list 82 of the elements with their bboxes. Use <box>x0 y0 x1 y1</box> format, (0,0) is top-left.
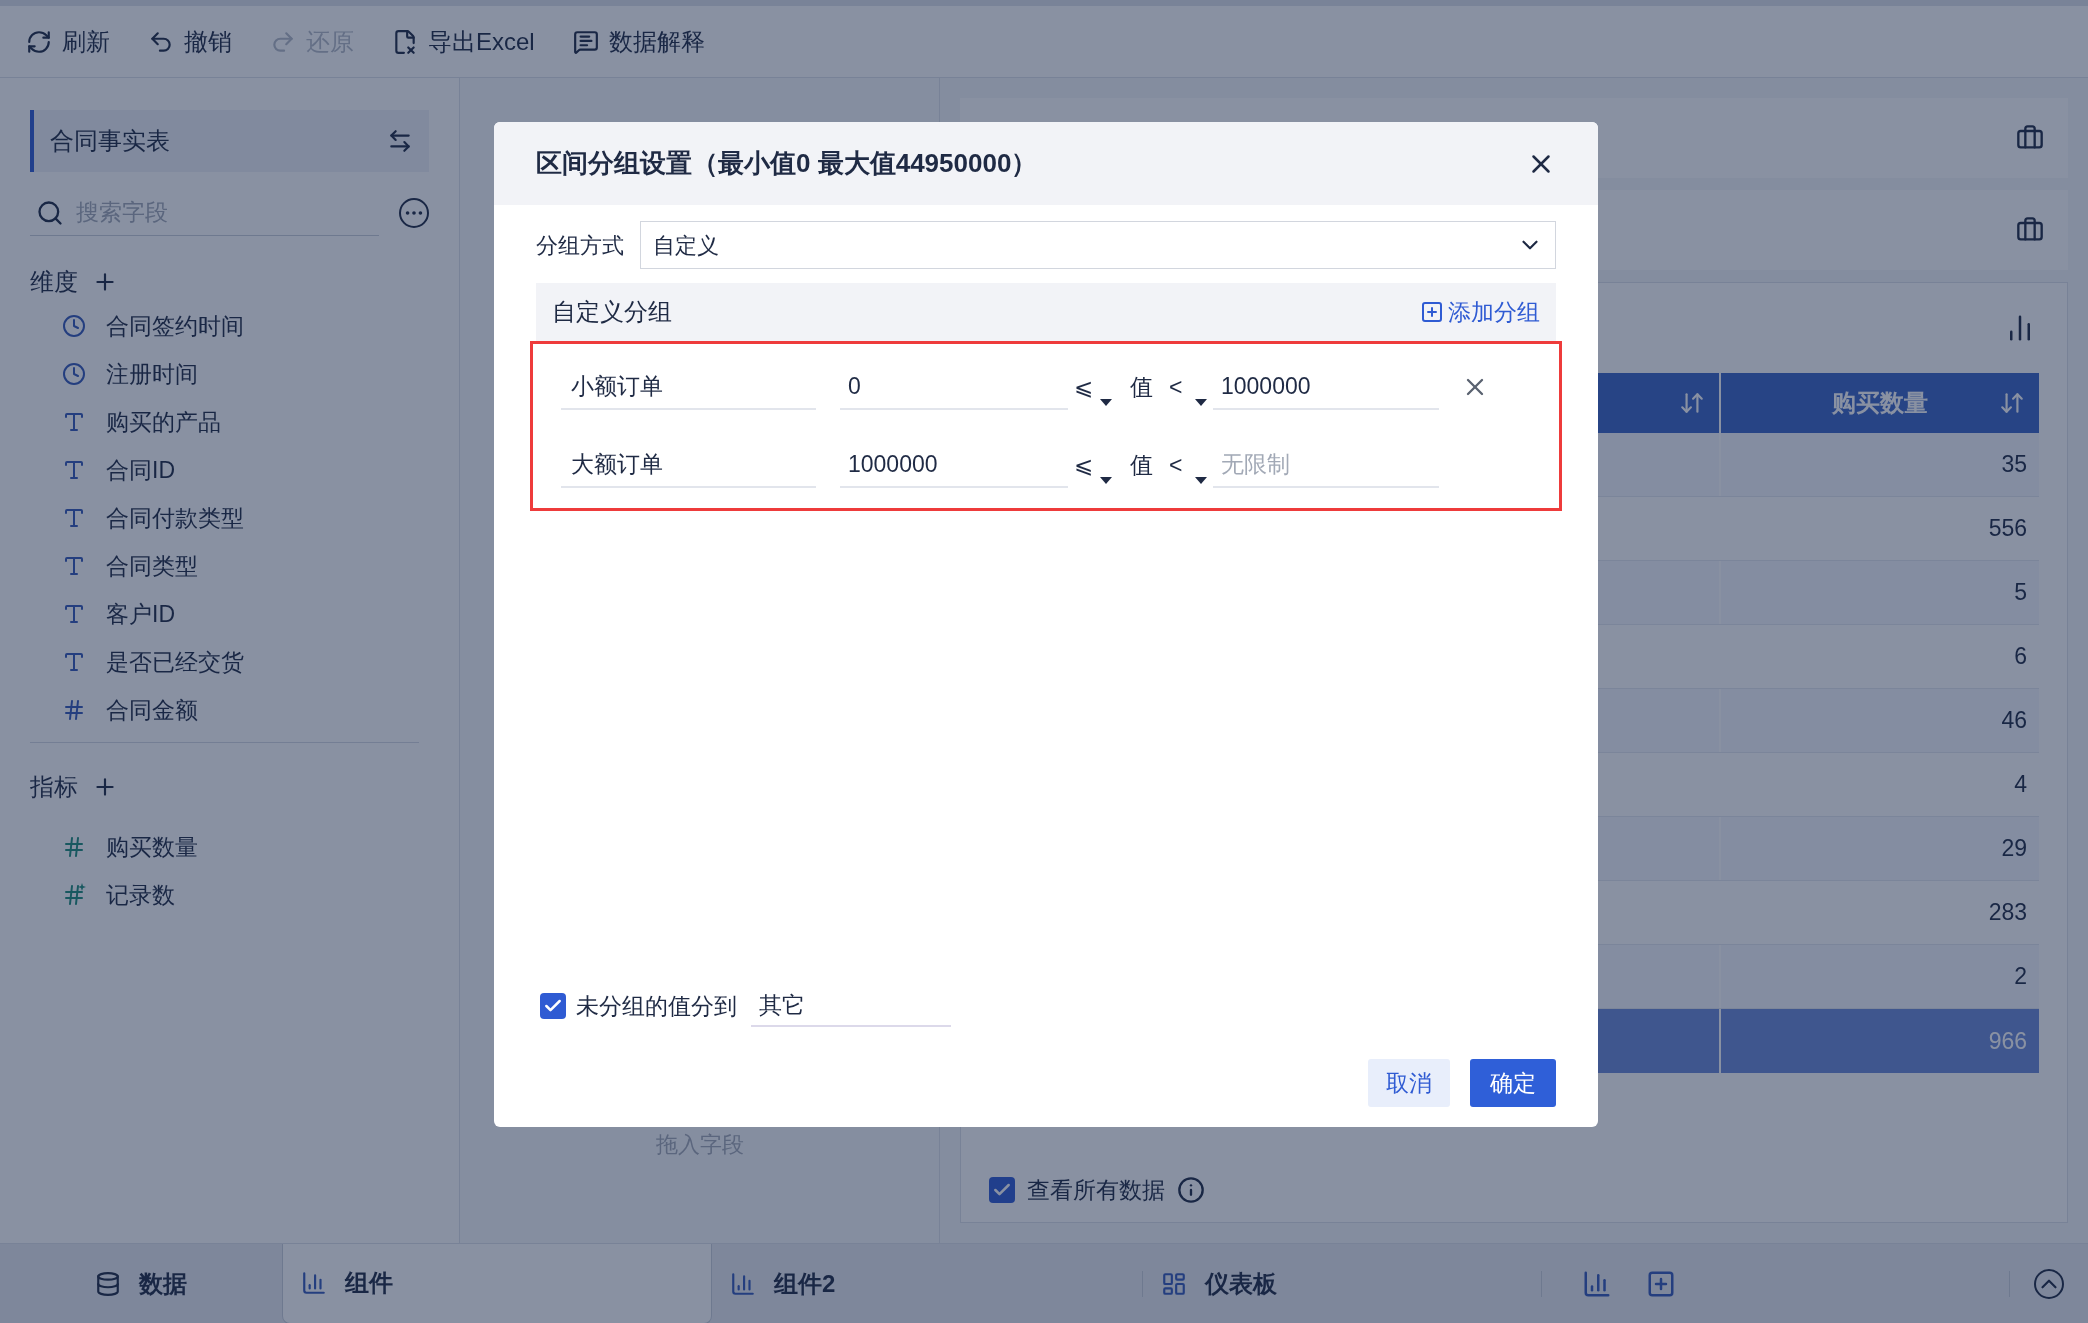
hash-icon <box>62 698 86 722</box>
table-cell-text: 46 <box>2000 706 2028 736</box>
collapse-icon[interactable] <box>2034 1268 2064 1299</box>
toolbar-button[interactable]: 刷新 <box>26 23 110 60</box>
dialog-title: 区间分组设置（最小值0 最大值44950000） <box>536 147 1038 180</box>
sort-icon[interactable] <box>1999 390 2025 416</box>
clock-icon <box>62 362 86 386</box>
toolbar-button[interactable]: 导出Excel <box>392 23 535 60</box>
min-value-input[interactable]: 0 <box>840 364 1068 410</box>
table-cell-text: 2 <box>2013 962 2028 992</box>
table-header: 购买数量 <box>1721 373 2039 433</box>
operator-select[interactable]: < <box>1169 364 1209 410</box>
info-icon[interactable] <box>1177 1176 1205 1204</box>
method-select[interactable]: 自定义 <box>640 221 1556 269</box>
text-type-icon <box>62 650 86 674</box>
view-all-checkbox[interactable] <box>989 1177 1015 1203</box>
group-name-input[interactable]: 小额订单 <box>561 364 816 410</box>
value-label: 值 <box>1130 372 1153 402</box>
add-icon <box>1420 300 1444 324</box>
cancel-button[interactable]: 取消 <box>1368 1059 1450 1107</box>
clock-icon <box>62 314 86 338</box>
toolbar-button[interactable]: 撤销 <box>148 23 232 60</box>
switch-icon[interactable] <box>387 128 413 154</box>
spreadsheet-icon <box>392 28 418 55</box>
table-selector[interactable]: 合同事实表 <box>30 110 429 172</box>
checkbox-label: 查看所有数据 <box>1027 1175 1165 1205</box>
bar-chart-icon <box>730 1270 756 1297</box>
field-item[interactable]: 合同金额 <box>106 692 198 728</box>
max-value-input[interactable]: 1000000 <box>1213 364 1439 410</box>
text-type-icon <box>62 602 86 626</box>
operator-select[interactable]: ⩽ <box>1074 442 1114 488</box>
toolbox-icon[interactable] <box>2016 124 2044 152</box>
section-header: 自定义分组 添加分组 <box>536 283 1556 341</box>
section-title: 维度 <box>30 267 78 297</box>
field-item[interactable]: 客户ID <box>106 596 175 632</box>
value-label: 值 <box>1130 450 1153 480</box>
text-type-icon <box>62 410 86 434</box>
table-cell-text: 6 <box>2013 642 2028 672</box>
field-item[interactable]: 合同付款类型 <box>106 500 244 536</box>
table-cell-text: 4 <box>2013 770 2028 800</box>
section-title: 指标 <box>30 772 78 802</box>
bottom-tab[interactable]: 组件 <box>282 1243 712 1323</box>
database-icon <box>95 1270 121 1297</box>
field-item[interactable]: 合同ID <box>106 452 175 488</box>
field-item[interactable]: 记录数 <box>106 877 175 913</box>
field-item[interactable]: 购买数量 <box>106 829 198 865</box>
text-type-icon <box>62 458 86 482</box>
field-item[interactable]: 注册时间 <box>106 356 198 392</box>
table-cell-text: 5 <box>2013 578 2028 608</box>
field-item[interactable]: 合同签约时间 <box>106 308 244 344</box>
operator-select[interactable]: < <box>1169 442 1209 488</box>
refresh-icon <box>26 28 52 55</box>
other-group-input[interactable]: 其它 <box>751 985 951 1027</box>
field-label: 分组方式 <box>536 231 624 260</box>
checkbox-label: 未分组的值分到 <box>576 991 737 1021</box>
operator-select[interactable]: ⩽ <box>1074 364 1114 410</box>
field-item[interactable]: 购买的产品 <box>106 404 221 440</box>
toolbox-icon[interactable] <box>2016 216 2044 244</box>
more-icon[interactable] <box>399 198 429 228</box>
sort-icon[interactable] <box>1679 390 1705 416</box>
ok-button[interactable]: 确定 <box>1470 1059 1556 1107</box>
field-item[interactable]: 合同类型 <box>106 548 198 584</box>
text-type-icon <box>62 554 86 578</box>
ungrouped-checkbox[interactable] <box>540 993 566 1019</box>
field-item[interactable]: 是否已经交货 <box>106 644 244 680</box>
hash-icon <box>62 835 86 859</box>
add-group-link[interactable]: 添加分组 <box>1420 294 1540 330</box>
min-value-input[interactable]: 1000000 <box>840 442 1068 488</box>
bar-chart-icon <box>301 1270 327 1296</box>
grid-icon <box>1161 1270 1187 1297</box>
total-cell-text: 966 <box>1987 1026 2028 1056</box>
text-type-icon <box>62 506 86 530</box>
hash-icon <box>62 883 86 907</box>
max-value-input[interactable]: 无限制 <box>1213 442 1439 488</box>
table-cell-text: 35 <box>2000 450 2028 480</box>
group-name-input[interactable]: 大额订单 <box>561 442 816 488</box>
table-cell-text: 29 <box>2000 834 2028 864</box>
toolbar-button[interactable]: 数据解释 <box>572 23 705 60</box>
chat-icon <box>572 28 599 55</box>
search-icon[interactable] <box>36 198 64 227</box>
table-cell-text: 283 <box>1987 898 2028 928</box>
table-cell-text: 556 <box>1987 514 2028 544</box>
